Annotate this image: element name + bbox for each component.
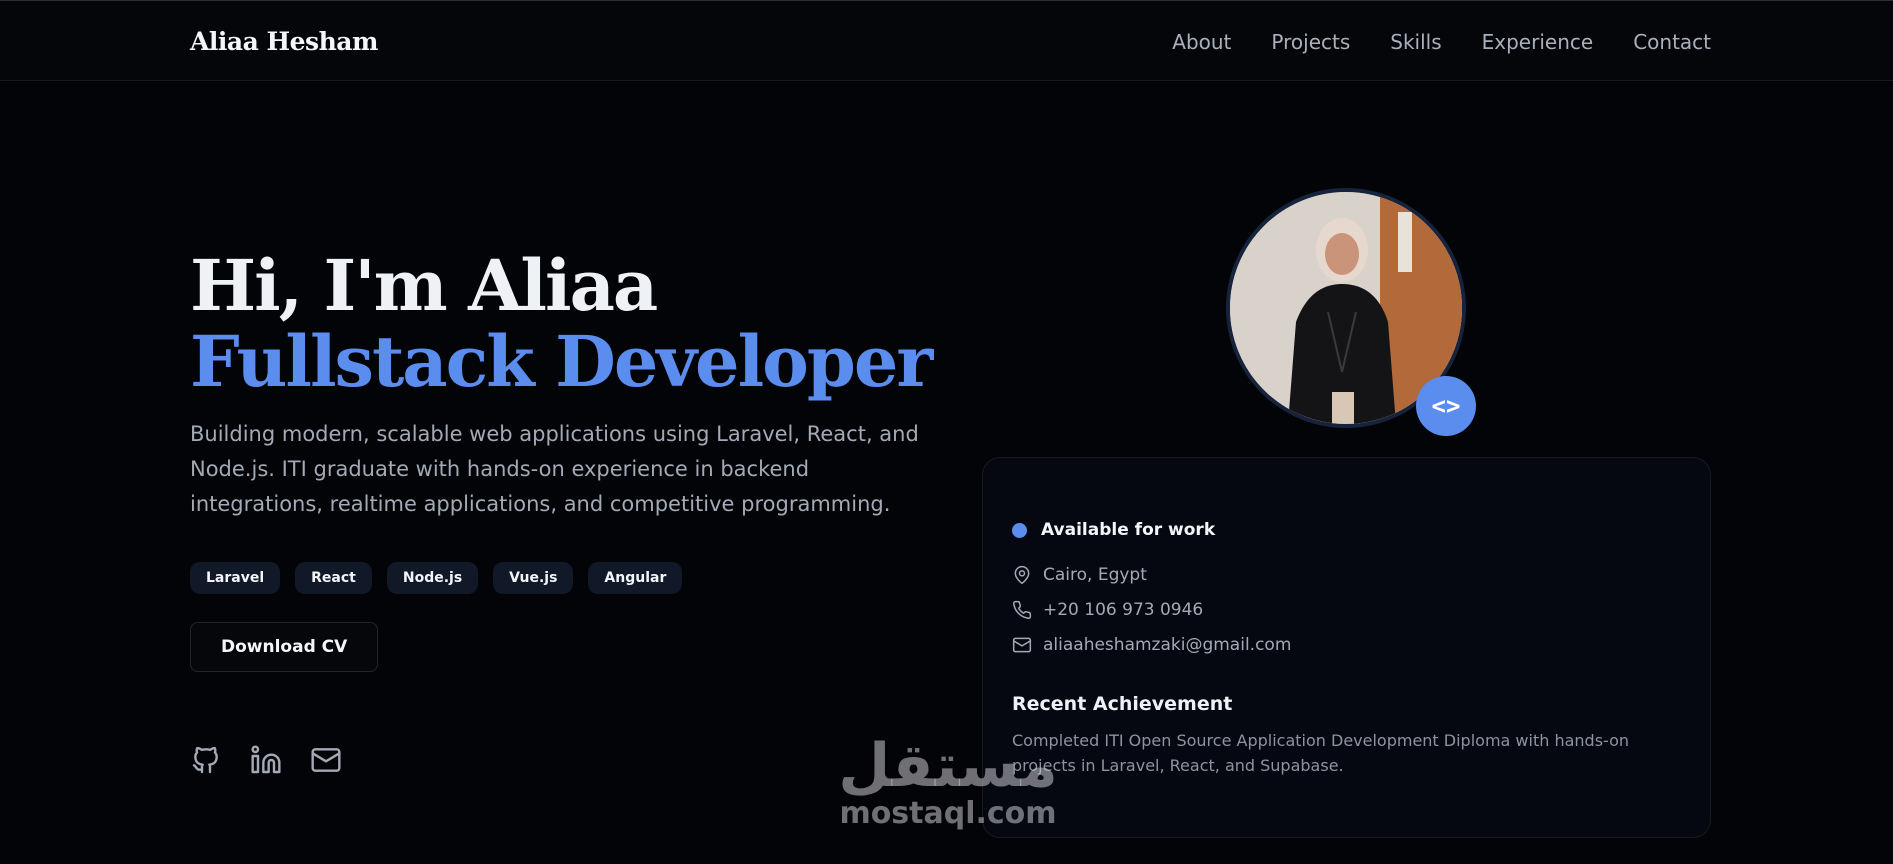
download-cv-button[interactable]: Download CV xyxy=(190,622,379,672)
location-row: Cairo, Egypt xyxy=(1012,565,1147,585)
status-text: Available for work xyxy=(1041,520,1216,540)
watermark-arabic: مستقل xyxy=(838,731,1058,801)
nav-about[interactable]: About xyxy=(1172,30,1231,54)
phone-link[interactable]: +20 106 973 0946 xyxy=(1043,600,1203,620)
hero-greeting: Hi, I'm Aliaa xyxy=(190,244,658,327)
main-nav: About Projects Skills Experience Contact xyxy=(1172,30,1711,54)
skill-chip-laravel: Laravel xyxy=(190,562,281,594)
contact-card: Available for work Cairo, Egypt +20 106 … xyxy=(982,457,1711,838)
phone-icon xyxy=(1013,600,1032,619)
skill-chip-angular: Angular xyxy=(588,562,683,594)
email-link[interactable]: aliaaheshamzaki@gmail.com xyxy=(1043,635,1291,655)
mail-icon xyxy=(1012,637,1032,653)
phone-row: +20 106 973 0946 xyxy=(1012,600,1203,620)
watermark-logo: مستقل mostaql.com xyxy=(828,735,1068,831)
skill-chips: Laravel React Node.js Vue.js Angular xyxy=(190,562,950,594)
achievement-title: Recent Achievement xyxy=(1012,693,1233,715)
nav-experience[interactable]: Experience xyxy=(1482,30,1594,54)
availability-status: Available for work xyxy=(1012,520,1215,540)
nav-contact[interactable]: Contact xyxy=(1633,30,1711,54)
achievement-text: Completed ITI Open Source Application De… xyxy=(1012,731,1630,775)
github-icon[interactable] xyxy=(190,744,222,776)
site-header: Aliaa Hesham About Projects Skills Exper… xyxy=(0,1,1893,81)
skill-chip-vuejs: Vue.js xyxy=(493,562,574,594)
map-pin-icon xyxy=(1014,565,1030,585)
social-links xyxy=(190,744,342,776)
email-row: aliaaheshamzaki@gmail.com xyxy=(1012,635,1291,655)
watermark-latin: mostaql.com xyxy=(839,796,1057,831)
skill-chip-react: React xyxy=(295,562,372,594)
hero-description: Building modern, scalable web applicatio… xyxy=(190,422,919,516)
hero-section: Hi, I'm Aliaa Fullstack Developer Buildi… xyxy=(190,248,950,672)
location-text: Cairo, Egypt xyxy=(1043,565,1147,585)
brand-logo[interactable]: Aliaa Hesham xyxy=(190,27,378,56)
mail-icon[interactable] xyxy=(310,744,342,776)
nav-projects[interactable]: Projects xyxy=(1271,30,1350,54)
nav-skills[interactable]: Skills xyxy=(1390,30,1441,54)
code-icon: <> xyxy=(1416,376,1476,436)
skill-chip-nodejs: Node.js xyxy=(386,562,479,594)
hero-role: Fullstack Developer xyxy=(190,320,933,403)
linkedin-icon[interactable] xyxy=(250,744,282,776)
status-dot xyxy=(1012,522,1027,538)
